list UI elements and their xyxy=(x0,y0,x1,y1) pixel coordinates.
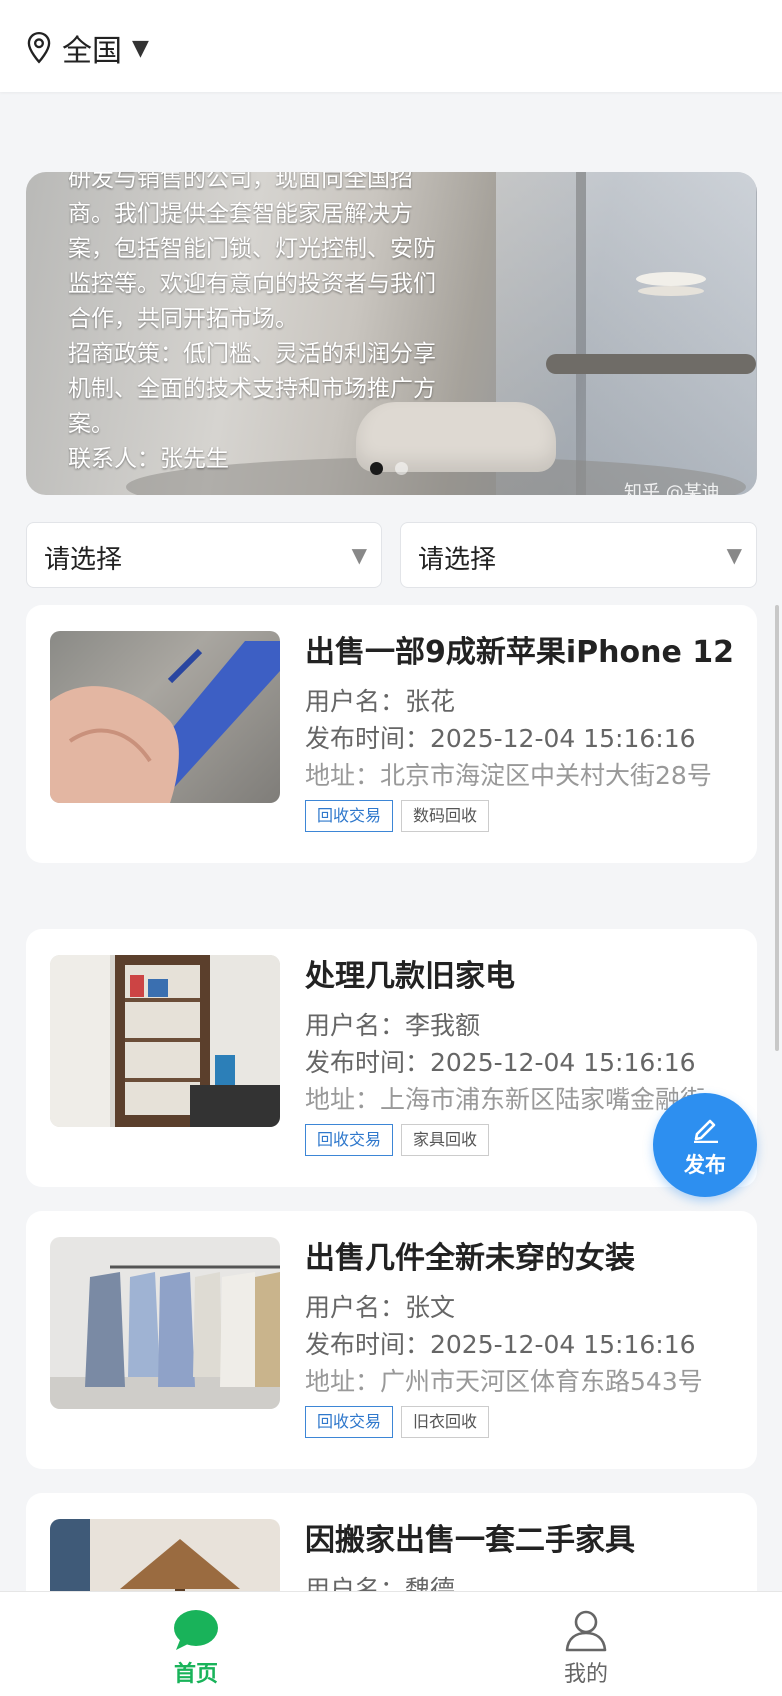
tag-category[interactable]: 旧衣回收 xyxy=(401,1406,490,1438)
location-pin-icon xyxy=(27,31,51,64)
listing-thumbnail xyxy=(50,955,280,1127)
tag-trade-type[interactable]: 回收交易 xyxy=(305,800,394,832)
tag-category[interactable]: 数码回收 xyxy=(401,800,490,832)
filter-select-2[interactable]: 请选择 ▼ xyxy=(400,522,757,588)
tab-home[interactable]: 首页 xyxy=(96,1592,296,1696)
user-icon xyxy=(565,1610,607,1652)
tag-trade-type[interactable]: 回收交易 xyxy=(305,1124,394,1156)
listing-card[interactable]: 处理几款旧家电 用户名：李我额 发布时间：2025-12-04 15:16:16… xyxy=(26,929,757,1187)
listing-title: 处理几款旧家电 xyxy=(305,959,515,994)
listing-time: 发布时间：2025-12-04 15:16:16 xyxy=(305,1048,696,1077)
listing-user: 用户名：李我额 xyxy=(305,1011,481,1040)
tab-mine-label: 我的 xyxy=(563,1662,608,1687)
listing-user: 用户名：张花 xyxy=(305,687,456,716)
filter-select-2-value: 请选择 xyxy=(418,545,497,575)
listing-tags: 回收交易 数码回收 xyxy=(305,800,745,832)
carousel-dot[interactable] xyxy=(395,462,408,475)
publish-button-label: 发布 xyxy=(684,1153,726,1177)
banner-watermark: 知乎 @某迪 xyxy=(624,482,720,495)
listing-title: 因搬家出售一套二手家具 xyxy=(305,1523,635,1558)
carousel-indicator xyxy=(370,462,408,475)
tab-mine[interactable]: 我的 xyxy=(486,1592,686,1696)
listing-time: 发布时间：2025-12-04 15:16:16 xyxy=(305,724,696,753)
listing-info: 出售一部9成新苹果iPhone 12 用户名：张花 发布时间：2025-12-0… xyxy=(305,631,745,832)
tab-home-label: 首页 xyxy=(173,1662,218,1687)
listing-title: 出售一部9成新苹果iPhone 12 xyxy=(305,635,735,670)
phone-photo xyxy=(50,641,280,803)
listing-card[interactable]: 出售几件全新未穿的女装 用户名：张文 发布时间：2025-12-04 15:16… xyxy=(26,1211,757,1469)
listing-thumbnail xyxy=(50,631,280,803)
banner-photo-window xyxy=(586,172,756,495)
listing-time: 发布时间：2025-12-04 15:16:16 xyxy=(305,1330,696,1359)
listing-thumbnail xyxy=(50,1237,280,1409)
listing-tags: 回收交易 旧衣回收 xyxy=(305,1406,745,1438)
edit-pencil-icon xyxy=(694,1119,718,1143)
banner-text: 研发与销售的公司，现面向全国招商。我们提供全套智能家居解决方案，包括智能门锁、灯… xyxy=(68,172,436,472)
caret-down-icon: ▼ xyxy=(132,35,149,61)
listing-user: 用户名：张文 xyxy=(305,1293,456,1322)
banner-text-box: 研发与销售的公司，现面向全国招商。我们提供全套智能家居解决方案，包括智能门锁、灯… xyxy=(68,172,448,495)
tag-trade-type[interactable]: 回收交易 xyxy=(305,1406,394,1438)
carousel-dot-active[interactable] xyxy=(370,462,383,475)
listing-title: 出售几件全新未穿的女装 xyxy=(305,1241,635,1276)
publish-button[interactable]: 发布 xyxy=(653,1093,757,1197)
caret-down-icon: ▼ xyxy=(726,543,742,567)
filter-select-1[interactable]: 请选择 ▼ xyxy=(26,522,382,588)
tag-category[interactable]: 家具回收 xyxy=(401,1124,490,1156)
top-bar: 全国 ▼ xyxy=(0,0,782,92)
listing-info: 出售几件全新未穿的女装 用户名：张文 发布时间：2025-12-04 15:16… xyxy=(305,1237,745,1438)
appliance-photo xyxy=(50,955,280,1127)
listing-card[interactable]: 出售一部9成新苹果iPhone 12 用户名：张花 发布时间：2025-12-0… xyxy=(26,605,757,863)
listing-address: 地址：北京市海淀区中关村大街28号 xyxy=(305,761,712,790)
listing-address: 地址：广州市天河区体育东路543号 xyxy=(305,1367,703,1396)
banner-carousel[interactable]: 研发与销售的公司，现面向全国招商。我们提供全套智能家居解决方案，包括智能门锁、灯… xyxy=(26,172,757,495)
chat-bubble-icon xyxy=(174,1610,218,1650)
banner-photo-table xyxy=(546,354,756,374)
scrollbar[interactable] xyxy=(775,605,779,1051)
bottom-tab-bar: 首页 我的 xyxy=(0,1591,782,1696)
location-selector[interactable]: 全国 ▼ xyxy=(26,26,149,70)
filter-select-1-value: 请选择 xyxy=(44,545,123,575)
location-label: 全国 xyxy=(62,34,122,69)
clothing-photo xyxy=(50,1265,280,1409)
banner-photo-lamp xyxy=(636,272,706,286)
caret-down-icon: ▼ xyxy=(351,543,367,567)
